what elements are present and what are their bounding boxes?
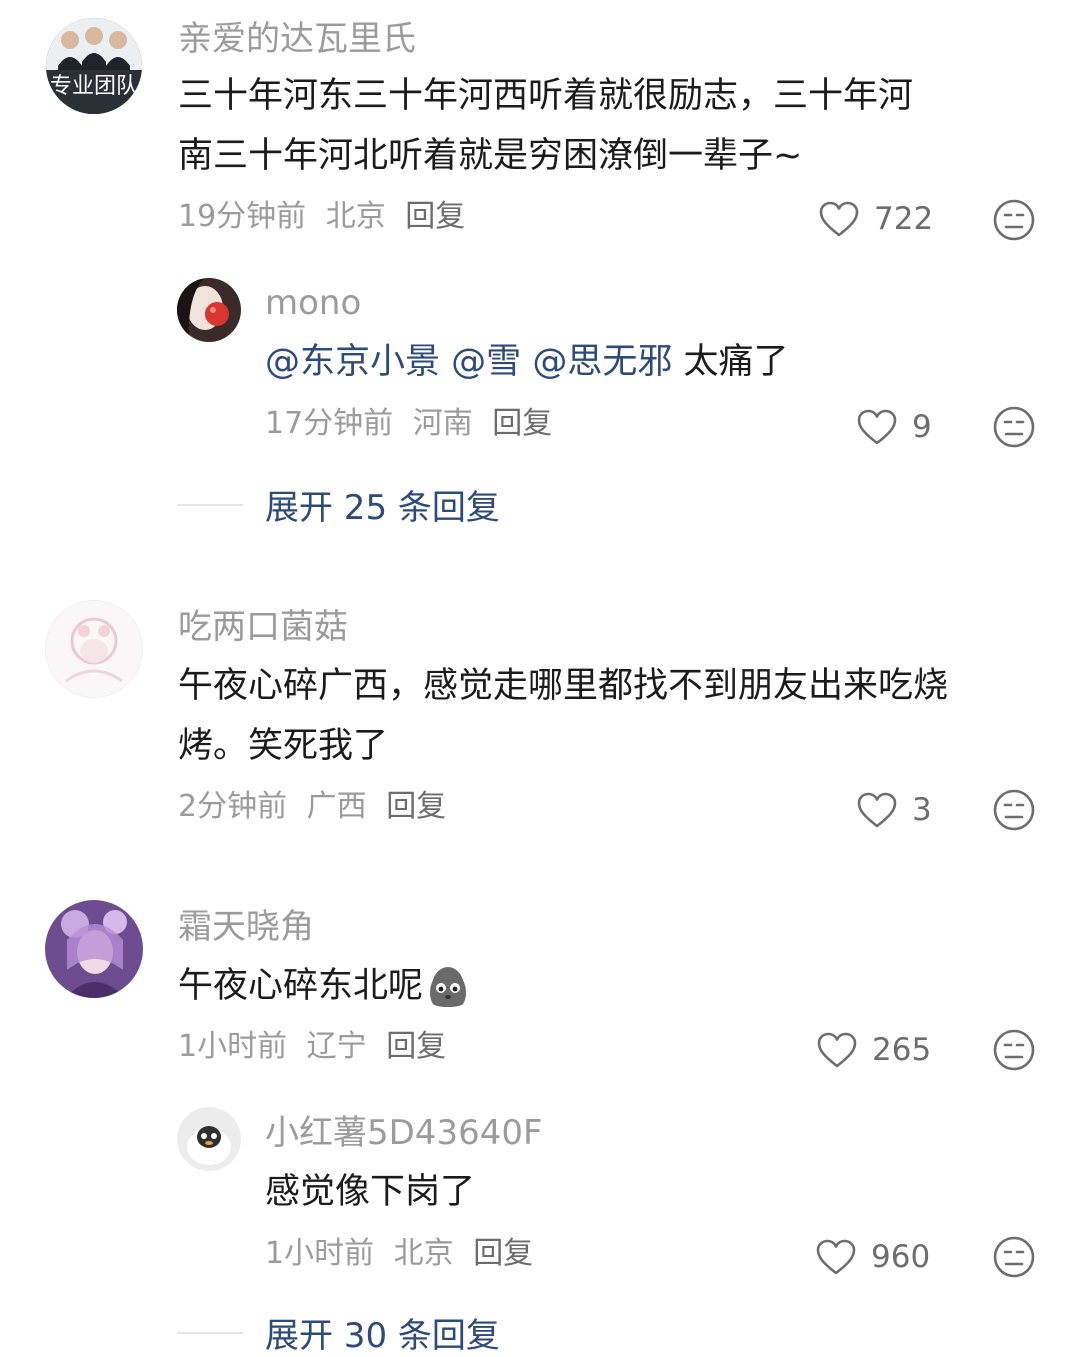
reply-button[interactable]: 回复 bbox=[386, 1029, 446, 1064]
mention-link[interactable]: @雪 bbox=[451, 342, 521, 382]
like-count: 265 bbox=[872, 1031, 932, 1068]
reply-meta: 1小时前 北京 回复 bbox=[265, 1239, 543, 1269]
comment-meta: 2分钟前 广西 回复 bbox=[178, 792, 456, 822]
expand-replies-button[interactable]: 展开 30 条回复 bbox=[177, 1308, 500, 1357]
mention-link[interactable]: @思无邪 bbox=[532, 342, 672, 382]
reply-location: 北京 bbox=[393, 1236, 454, 1271]
reply-text: @东京小景 @雪 @思无邪 太痛了 bbox=[265, 332, 788, 392]
divider bbox=[177, 1331, 243, 1334]
heart-outline-icon bbox=[819, 201, 859, 237]
reply-button[interactable]: 回复 bbox=[386, 789, 446, 824]
divider bbox=[177, 503, 243, 506]
avatar-image bbox=[46, 601, 142, 697]
comment-text-line: 南三十年河北听着就是穷困潦倒一辈子~ bbox=[178, 136, 803, 176]
reply-meta: 17分钟前 河南 回复 bbox=[265, 409, 562, 439]
comment-text: 三十年河东三十年河西听着就很励志，三十年河 南三十年河北听着就是穷困潦倒一辈子~ bbox=[178, 66, 913, 186]
reply-avatar[interactable] bbox=[177, 278, 241, 342]
reply-button[interactable]: 回复 bbox=[405, 199, 465, 234]
comment-text-line: 午夜心碎东北呢 bbox=[178, 966, 424, 1006]
comment-text-line: 午夜心碎广西，感觉走哪里都找不到朋友出来吃烧 bbox=[178, 666, 949, 706]
comment-time: 1小时前 bbox=[178, 1029, 288, 1064]
like-count: 3 bbox=[912, 791, 932, 828]
neutral-face-icon[interactable] bbox=[992, 405, 1036, 449]
heart-outline-icon bbox=[857, 409, 897, 445]
reply-username[interactable]: mono bbox=[265, 286, 361, 320]
like-count: 960 bbox=[871, 1238, 931, 1275]
reply-username[interactable]: 小红薯5D43640F bbox=[265, 1116, 543, 1150]
like-button[interactable]: 3 bbox=[856, 791, 932, 829]
reply-time: 1小时前 bbox=[265, 1236, 375, 1271]
neutral-face-icon[interactable] bbox=[992, 1235, 1036, 1279]
avatar-caption: 专业团队 bbox=[49, 74, 138, 99]
heart-outline-icon bbox=[817, 1032, 857, 1068]
heart-outline-icon bbox=[857, 792, 897, 828]
mention-link[interactable]: @东京小景 bbox=[265, 342, 440, 382]
comment-text: 午夜心碎东北呢 bbox=[178, 956, 471, 1016]
reply-body: 感觉像下岗了 bbox=[265, 1172, 476, 1212]
like-count: 9 bbox=[912, 408, 932, 445]
neutral-face-icon[interactable] bbox=[992, 1028, 1036, 1072]
comment-username[interactable]: 霜天晓角 bbox=[178, 910, 314, 944]
comment-location: 北京 bbox=[325, 199, 386, 234]
avatar-image bbox=[45, 900, 143, 998]
reply-avatar[interactable] bbox=[177, 1107, 241, 1171]
avatar[interactable] bbox=[45, 900, 143, 998]
avatar[interactable] bbox=[45, 600, 143, 698]
comment-username[interactable]: 吃两口菌菇 bbox=[178, 610, 348, 644]
comment-text-line: 烤。笑死我了 bbox=[178, 726, 389, 766]
comment-time: 2分钟前 bbox=[178, 789, 288, 824]
avatar-image bbox=[177, 1107, 241, 1171]
reply-button[interactable]: 回复 bbox=[492, 406, 552, 441]
comment-time: 19分钟前 bbox=[178, 199, 307, 234]
avatar-image bbox=[177, 278, 241, 342]
like-button[interactable]: 722 bbox=[818, 200, 933, 238]
comment-text-line: 三十年河东三十年河西听着就很励志，三十年河 bbox=[178, 76, 914, 116]
reply-button[interactable]: 回复 bbox=[473, 1236, 533, 1271]
like-button[interactable]: 960 bbox=[815, 1238, 930, 1276]
comment-username[interactable]: 亲爱的达瓦里氏 bbox=[178, 22, 416, 56]
neutral-face-icon[interactable] bbox=[992, 788, 1036, 832]
comment-text: 午夜心碎广西，感觉走哪里都找不到朋友出来吃烧 烤。笑死我了 bbox=[178, 656, 948, 776]
expand-replies-label: 展开 25 条回复 bbox=[265, 488, 500, 528]
like-count: 722 bbox=[874, 200, 934, 237]
heart-outline-icon bbox=[816, 1239, 856, 1275]
comment-location: 广西 bbox=[306, 789, 367, 824]
comment-meta: 1小时前 辽宁 回复 bbox=[178, 1032, 456, 1062]
comment-location: 辽宁 bbox=[306, 1029, 367, 1064]
like-button[interactable]: 9 bbox=[856, 408, 932, 446]
reply-location: 河南 bbox=[412, 406, 473, 441]
comment-meta: 19分钟前 北京 回复 bbox=[178, 202, 475, 232]
expand-replies-button[interactable]: 展开 25 条回复 bbox=[177, 480, 500, 529]
avatar[interactable]: 专业团队 bbox=[46, 18, 142, 114]
sad-face-emoji bbox=[430, 967, 467, 1007]
expand-replies-label: 展开 30 条回复 bbox=[265, 1316, 500, 1356]
reply-body: 太痛了 bbox=[683, 342, 789, 382]
reply-text: 感觉像下岗了 bbox=[265, 1162, 475, 1222]
reply-time: 17分钟前 bbox=[265, 406, 394, 441]
like-button[interactable]: 265 bbox=[816, 1031, 931, 1069]
neutral-face-icon[interactable] bbox=[992, 198, 1036, 242]
